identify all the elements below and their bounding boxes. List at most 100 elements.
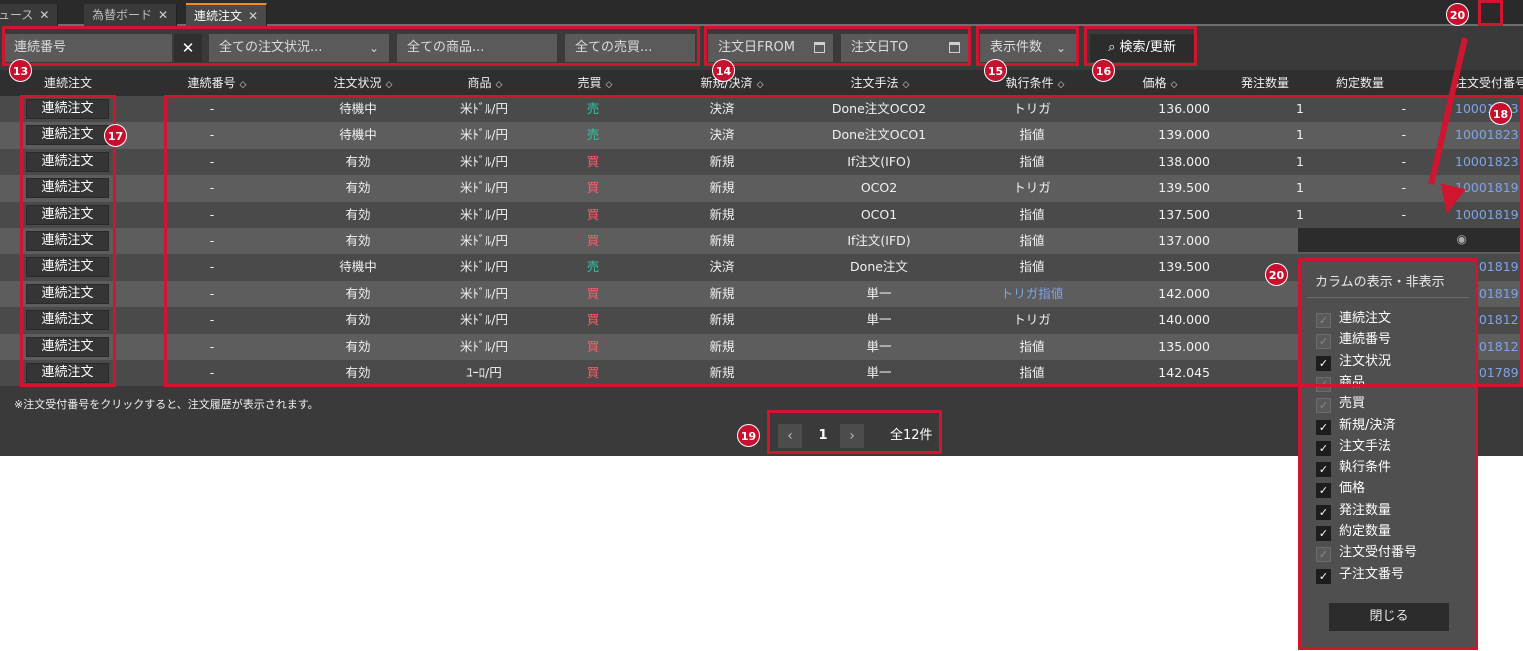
cell-product: 米ﾄﾞﾙ/円 bbox=[460, 259, 508, 275]
column-header[interactable]: 注文受付番号 bbox=[1455, 70, 1523, 96]
cell-serial: - bbox=[209, 180, 215, 196]
close-button[interactable]: 閉じる bbox=[1329, 603, 1449, 631]
tab-continuous-order[interactable]: 連続注文 ✕ bbox=[186, 3, 268, 26]
date-from-input[interactable]: 注文日FROM bbox=[708, 34, 833, 62]
column-toggle-label: 発注数量 bbox=[1339, 502, 1392, 518]
cell-method: OCO2 bbox=[860, 180, 898, 196]
column-toggle[interactable]: ✓ 執行条件 bbox=[1316, 460, 1391, 480]
continuous-order-button[interactable]: 連続注文 bbox=[26, 283, 109, 304]
cell-side: 買 bbox=[586, 285, 600, 301]
cell-recv[interactable]: 10001823 bbox=[1455, 122, 1523, 148]
sort-icon[interactable]: ◇ bbox=[903, 80, 910, 90]
cell-newclose: 新規 bbox=[709, 206, 735, 222]
cell-serial: - bbox=[209, 101, 215, 116]
cell-status: 有効 bbox=[345, 153, 371, 169]
close-icon[interactable]: ✕ bbox=[158, 8, 168, 22]
tab-bar: ニュース ✕ 為替ボード ✕ 連続注文 ✕ bbox=[0, 0, 1523, 26]
checkbox-icon[interactable]: ✓ bbox=[1316, 526, 1331, 541]
calendar-icon[interactable] bbox=[949, 42, 960, 53]
column-toggle[interactable]: ✓ 価格 bbox=[1316, 481, 1365, 501]
cell-product: 米ﾄﾞﾙ/円 bbox=[460, 180, 508, 196]
cell-recv[interactable]: 10001819 bbox=[1455, 202, 1523, 228]
eye-icon[interactable]: ◉ bbox=[1457, 232, 1467, 246]
continuous-order-button[interactable]: 連続注文 bbox=[26, 125, 109, 146]
cell-side: 買 bbox=[586, 180, 600, 196]
close-icon[interactable]: ✕ bbox=[248, 9, 258, 23]
column-toggle-label: 売買 bbox=[1339, 396, 1366, 412]
sort-icon[interactable]: ◇ bbox=[757, 80, 764, 90]
continuous-order-button[interactable]: 連続注文 bbox=[26, 151, 109, 172]
tab-news[interactable]: ニュース ✕ bbox=[0, 4, 59, 26]
filter-toolbar: 連続番号 ✕ 全ての注文状況... ⌄ 全ての商品... 全ての売買... 注文… bbox=[0, 28, 1523, 70]
column-header: 発注数量 bbox=[1240, 76, 1289, 90]
column-toggle[interactable]: ✓ 発注数量 bbox=[1316, 503, 1391, 523]
checkbox-icon[interactable]: ✓ bbox=[1316, 355, 1331, 371]
sort-icon[interactable]: ◇ bbox=[606, 80, 613, 90]
column-header[interactable]: 注文状況 ◇ bbox=[318, 70, 408, 96]
cell-status: 有効 bbox=[345, 285, 371, 301]
column-header[interactable]: 価格 ◇ bbox=[1125, 70, 1195, 96]
continuous-order-button[interactable]: 連続注文 bbox=[26, 362, 109, 383]
serial-number-input[interactable]: 連続番号 bbox=[4, 34, 172, 62]
sort-icon[interactable]: ◇ bbox=[386, 80, 393, 90]
sort-icon[interactable]: ◇ bbox=[1171, 80, 1178, 90]
cell-method: 単一 bbox=[866, 364, 892, 380]
side-select[interactable]: 全ての売買... bbox=[565, 34, 695, 62]
date-to-input[interactable]: 注文日TO bbox=[841, 34, 968, 62]
column-header[interactable]: 注文手法 ◇ bbox=[830, 70, 930, 96]
column-toggle[interactable]: ✓ 新規/決済 bbox=[1316, 418, 1395, 438]
continuous-order-button[interactable]: 連続注文 bbox=[26, 99, 109, 119]
status-select-value: 全ての注文状況... bbox=[219, 40, 323, 55]
status-select[interactable]: 全ての注文状況... ⌄ bbox=[209, 34, 389, 62]
product-select[interactable]: 全ての商品... bbox=[397, 34, 557, 62]
column-header[interactable]: 商品 ◇ bbox=[450, 70, 520, 96]
checkbox-icon[interactable]: ✓ bbox=[1316, 419, 1331, 435]
close-icon[interactable]: ✕ bbox=[39, 8, 49, 22]
prev-page-icon[interactable]: ‹ bbox=[778, 424, 802, 448]
column-header[interactable]: 連続番号 ◇ bbox=[172, 70, 262, 96]
search-refresh-button[interactable]: ⌕ 検索/更新 bbox=[1090, 34, 1194, 62]
current-page[interactable]: 1 bbox=[814, 424, 832, 448]
sort-icon[interactable]: ◇ bbox=[496, 80, 503, 90]
continuous-order-button[interactable]: 連続注文 bbox=[26, 178, 109, 199]
checkbox-icon[interactable]: ✓ bbox=[1316, 440, 1331, 456]
continuous-order-button[interactable]: 連続注文 bbox=[26, 204, 109, 225]
cell-cond: 指値 bbox=[1019, 259, 1045, 275]
calendar-icon[interactable] bbox=[814, 42, 825, 53]
checkbox-icon[interactable]: ✓ bbox=[1316, 483, 1331, 499]
date-from-label: 注文日FROM bbox=[718, 40, 795, 55]
checkbox-icon[interactable]: ✓ bbox=[1316, 504, 1331, 520]
clear-icon[interactable]: ✕ bbox=[174, 34, 202, 62]
column-toggle[interactable]: ✓ 子注文番号 bbox=[1316, 567, 1404, 587]
tab-fx-board[interactable]: 為替ボード ✕ bbox=[84, 4, 178, 26]
cell-price: 137.000 bbox=[1158, 232, 1210, 248]
table-header: 連続注文 連続番号 ◇ 注文状況 ◇ 商品 ◇ 売買 ◇ 新規/決済 ◇ 注文手法 ◇ 執行… bbox=[0, 70, 1523, 96]
column-toggle[interactable]: ✓ 注文状況 bbox=[1316, 354, 1391, 374]
checkbox-icon: ✓ bbox=[1316, 334, 1331, 350]
cell-recv[interactable]: 10001823 bbox=[1455, 149, 1523, 175]
column-toggle[interactable]: ✓ 約定数量 bbox=[1316, 524, 1391, 544]
sort-icon[interactable]: ◇ bbox=[1058, 80, 1065, 90]
column-toggle[interactable]: ✓ 注文手法 bbox=[1316, 439, 1391, 459]
display-count-select[interactable]: 表示件数 ⌄ bbox=[980, 34, 1076, 62]
continuous-order-button[interactable]: 連続注文 bbox=[26, 336, 109, 357]
sort-icon[interactable]: ◇ bbox=[240, 80, 247, 90]
column-header[interactable]: 売買 ◇ bbox=[560, 70, 630, 96]
next-page-icon[interactable]: › bbox=[840, 424, 864, 448]
cell-serial: - bbox=[209, 259, 215, 275]
table-row: 連続注文 - 有効 米ﾄﾞﾙ/円買新規 単一 トリガ指値 142.000 10001819 bbox=[0, 280, 1523, 308]
cell-side: 買 bbox=[586, 153, 600, 169]
column-toggle-label: 注文手法 bbox=[1339, 438, 1392, 454]
column-toggle-label: 注文状況 bbox=[1339, 353, 1392, 369]
continuous-order-button[interactable]: 連続注文 bbox=[26, 310, 109, 331]
checkbox-icon[interactable]: ✓ bbox=[1316, 568, 1331, 584]
callout-marker: 16 bbox=[1092, 59, 1115, 82]
continuous-order-button[interactable]: 連続注文 bbox=[26, 257, 109, 278]
cell-product: 米ﾄﾞﾙ/円 bbox=[460, 127, 508, 143]
chevron-down-icon: ⌄ bbox=[368, 41, 379, 55]
callout-marker: 15 bbox=[984, 59, 1007, 82]
cell-serial: - bbox=[209, 232, 215, 248]
checkbox-icon[interactable]: ✓ bbox=[1316, 462, 1331, 478]
table-row: 連続注文 - 有効 ﾕｰﾛ/円買新規 単一 指値 142.045 10001789 bbox=[0, 359, 1523, 387]
continuous-order-button[interactable]: 連続注文 bbox=[26, 230, 109, 251]
